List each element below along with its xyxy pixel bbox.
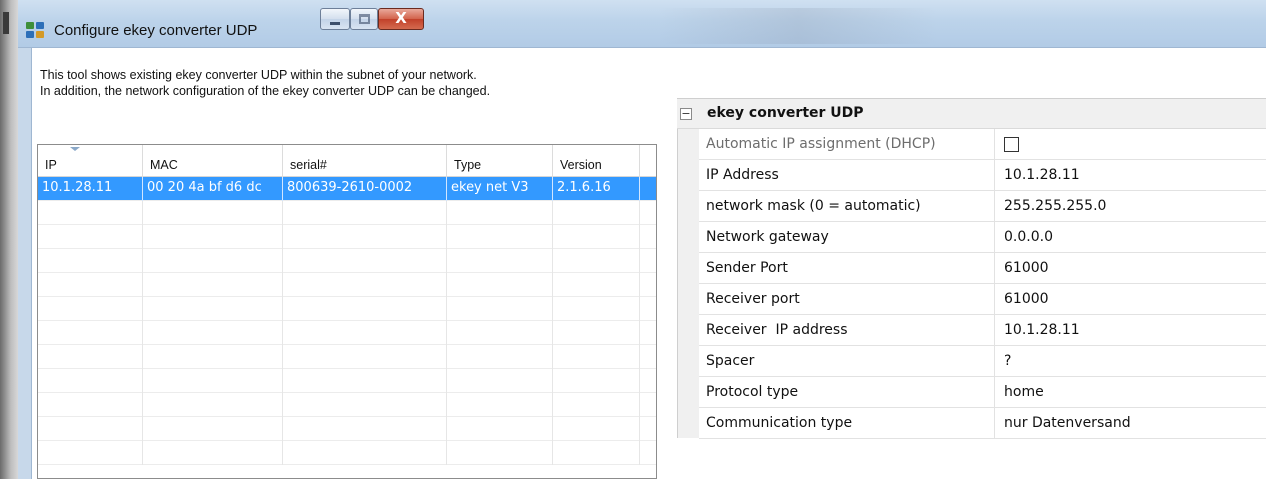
property-name: Receiver port (699, 284, 995, 315)
cell-ip: 10.1.28.11 (38, 177, 143, 201)
empty-row (38, 345, 656, 369)
column-header-filler (640, 145, 656, 177)
column-header-serial[interactable]: serial# (283, 145, 447, 177)
empty-row (38, 369, 656, 393)
screen-edge (0, 0, 18, 479)
property-name: Protocol type (699, 377, 995, 408)
cell-mac: 00 20 4a bf d6 dc (143, 177, 283, 201)
property-row-protocol-type[interactable]: Protocol type home (699, 377, 1266, 408)
property-value[interactable]: nur Datenversand (995, 408, 1266, 439)
property-row-ip-address[interactable]: IP Address 10.1.28.11 (699, 160, 1266, 191)
empty-row (38, 249, 656, 273)
property-value[interactable]: 10.1.28.11 (995, 315, 1266, 346)
property-row-receiver-ip[interactable]: Receiver IP address 10.1.28.11 (699, 315, 1266, 346)
window-frame-left (18, 48, 32, 479)
property-name: Network gateway (699, 222, 995, 253)
empty-row (38, 273, 656, 297)
property-row-receiver-port[interactable]: Receiver port 61000 (699, 284, 1266, 315)
column-header-version[interactable]: Version (553, 145, 640, 177)
property-value[interactable]: 10.1.28.11 (995, 160, 1266, 191)
empty-row (38, 393, 656, 417)
empty-row (38, 417, 656, 441)
column-header-type[interactable]: Type (447, 145, 553, 177)
property-name: Sender Port (699, 253, 995, 284)
property-grid[interactable]: − ekey converter UDP Automatic IP assign… (677, 98, 1266, 439)
category-title: ekey converter UDP (707, 105, 864, 121)
property-value[interactable]: 255.255.255.0 (995, 191, 1266, 222)
maximize-button[interactable] (350, 8, 378, 30)
property-row-dhcp[interactable]: Automatic IP assignment (DHCP) (699, 129, 1266, 160)
description-line-1: This tool shows existing ekey converter … (40, 68, 477, 82)
property-row-network-mask[interactable]: network mask (0 = automatic) 255.255.255… (699, 191, 1266, 222)
property-name: Communication type (699, 408, 995, 439)
property-value[interactable]: 61000 (995, 284, 1266, 315)
device-list-rows: 10.1.28.11 00 20 4a bf d6 dc 800639-2610… (38, 177, 656, 465)
dhcp-checkbox[interactable] (1004, 137, 1019, 152)
empty-row (38, 297, 656, 321)
property-category[interactable]: − ekey converter UDP (677, 98, 1266, 129)
window-title: Configure ekey converter UDP (54, 22, 258, 39)
property-row-gateway[interactable]: Network gateway 0.0.0.0 (699, 222, 1266, 253)
minimize-button[interactable] (320, 8, 350, 30)
column-header-mac[interactable]: MAC (143, 145, 283, 177)
empty-row (38, 225, 656, 249)
property-value (995, 129, 1266, 160)
property-row-communication-type[interactable]: Communication type nur Datenversand (699, 408, 1266, 439)
column-header-ip[interactable]: IP (38, 145, 143, 177)
description: This tool shows existing ekey converter … (40, 67, 490, 99)
minimize-icon (330, 22, 340, 25)
property-value[interactable]: home (995, 377, 1266, 408)
cell-type: ekey net V3 (447, 177, 553, 201)
description-line-2: In addition, the network configuration o… (40, 84, 491, 98)
property-name: IP Address (699, 160, 995, 191)
property-grid-gutter (677, 98, 699, 438)
cell-serial: 800639-2610-0002 (283, 177, 447, 201)
property-name: Spacer (699, 346, 995, 377)
sort-arrow-icon (70, 147, 80, 151)
table-row[interactable]: 10.1.28.11 00 20 4a bf d6 dc 800639-2610… (38, 177, 656, 201)
title-bar[interactable]: Configure ekey converter UDP X (18, 0, 1266, 48)
device-list-header: IP MAC serial# Type Version (38, 145, 656, 177)
empty-row (38, 321, 656, 345)
property-row-spacer[interactable]: Spacer ? (699, 346, 1266, 377)
empty-row (38, 201, 656, 225)
cell-version: 2.1.6.16 (553, 177, 640, 201)
property-row-sender-port[interactable]: Sender Port 61000 (699, 253, 1266, 284)
close-icon: X (395, 9, 407, 27)
maximize-icon (359, 14, 370, 24)
property-name: Receiver IP address (699, 315, 995, 346)
property-value[interactable]: 0.0.0.0 (995, 222, 1266, 253)
property-value[interactable]: 61000 (995, 253, 1266, 284)
close-button[interactable]: X (378, 8, 424, 30)
property-rows: Automatic IP assignment (DHCP) IP Addres… (699, 129, 1266, 439)
property-name: Automatic IP assignment (DHCP) (699, 129, 995, 160)
device-list[interactable]: IP MAC serial# Type Version 10.1.28.11 0… (37, 144, 657, 479)
collapse-icon[interactable]: − (680, 108, 692, 120)
property-value[interactable]: ? (995, 346, 1266, 377)
app-icon (26, 22, 46, 40)
empty-row (38, 441, 656, 465)
property-name: network mask (0 = automatic) (699, 191, 995, 222)
edge-mark (3, 12, 9, 34)
